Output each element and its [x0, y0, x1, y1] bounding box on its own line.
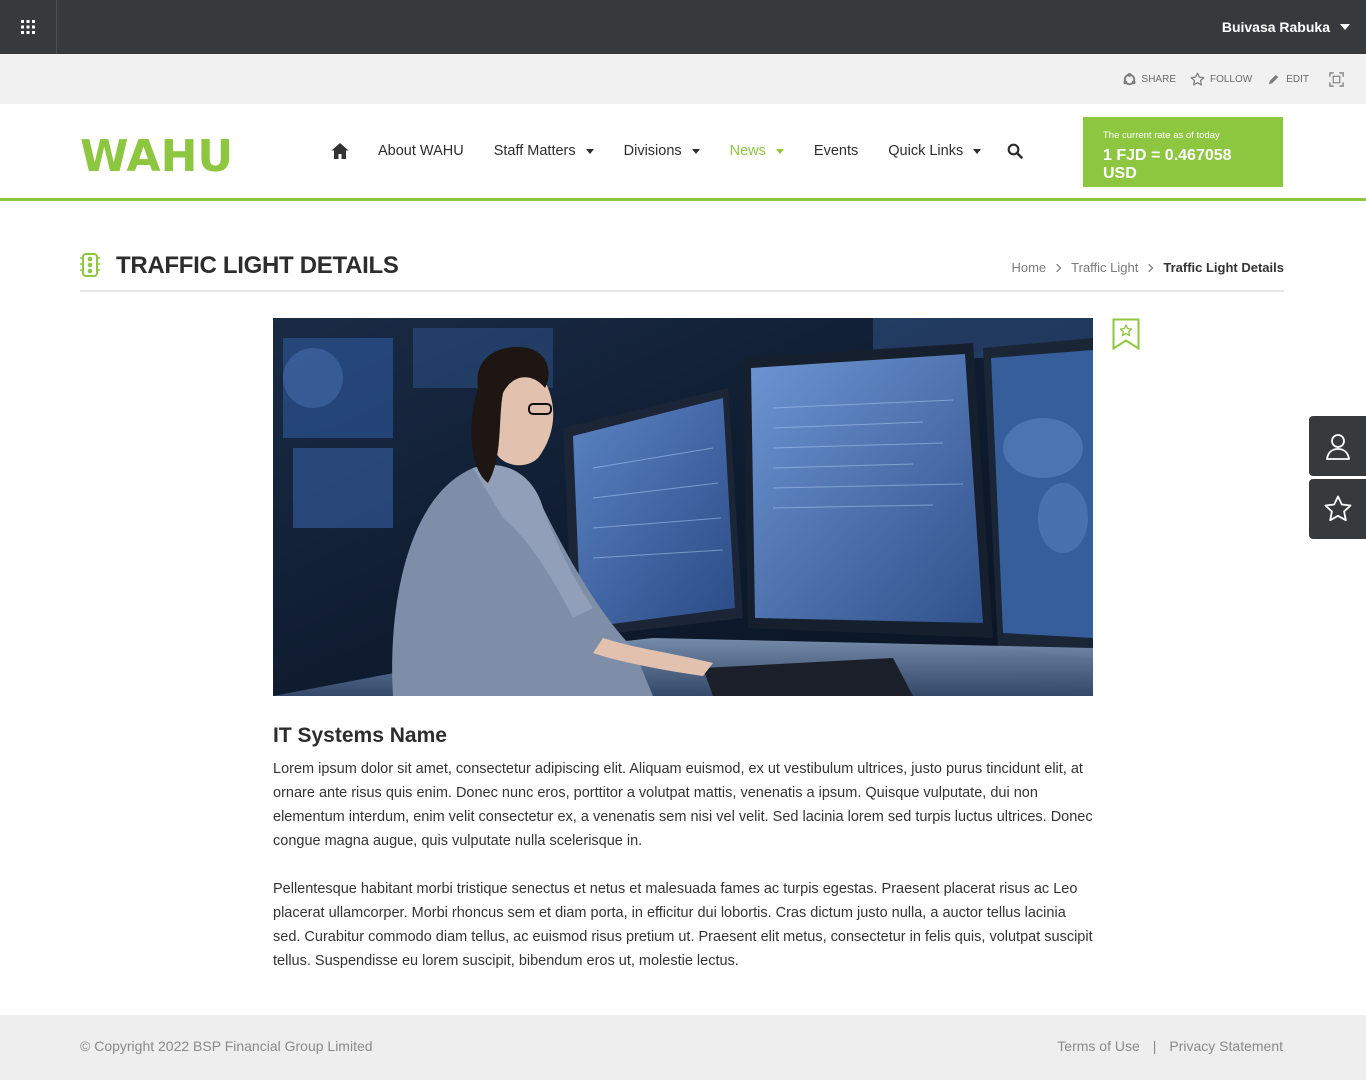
- search-icon[interactable]: [1007, 143, 1024, 159]
- chevron-down-icon: [775, 148, 784, 154]
- nav-item-news[interactable]: News: [730, 143, 784, 159]
- share-button[interactable]: SHARE: [1122, 72, 1176, 87]
- user-name: Buivasa Rabuka: [1221, 19, 1330, 35]
- nav-item-label: Divisions: [623, 143, 682, 159]
- app-launcher-button[interactable]: [0, 0, 57, 54]
- nav-item-staff-matters[interactable]: Staff Matters: [494, 143, 594, 159]
- page-title: TRAFFIC LIGHT DETAILS: [116, 252, 399, 279]
- chevron-down-icon: [973, 148, 982, 154]
- chevron-right-icon: [1145, 263, 1154, 272]
- focus-mode-icon: [1329, 71, 1344, 87]
- breadcrumb-current: Traffic Light Details: [1163, 260, 1284, 275]
- focus-mode-button[interactable]: [1329, 71, 1344, 87]
- article-paragraph: Pellentesque habitant morbi tristique se…: [273, 881, 1093, 969]
- terms-of-use-link[interactable]: Terms of Use: [1057, 1038, 1139, 1054]
- copyright-text: © Copyright 2022 BSP Financial Group Lim…: [80, 1038, 373, 1054]
- page-title-bar: TRAFFIC LIGHT DETAILS Home Traffic Light…: [80, 251, 1284, 292]
- footer-separator: |: [1152, 1038, 1157, 1054]
- nav-item-divisions[interactable]: Divisions: [624, 143, 700, 159]
- nav-item-label: About WAHU: [378, 143, 464, 159]
- follow-button[interactable]: FOLLOW: [1190, 72, 1252, 87]
- pencil-icon: [1269, 74, 1279, 84]
- home-icon[interactable]: [330, 141, 350, 161]
- article-hero-image: [273, 318, 1093, 696]
- star-icon: [1190, 72, 1205, 86]
- chevron-down-icon: [585, 148, 594, 154]
- user-icon: [1325, 434, 1350, 460]
- nav-item-label: Staff Matters: [493, 143, 576, 159]
- action-bar: SHARE FOLLOW EDIT: [0, 54, 1366, 104]
- article-heading: IT Systems Name: [273, 724, 447, 747]
- nav-item-label: News: [729, 143, 766, 159]
- exchange-rate-label: The current rate as of today: [1103, 130, 1220, 141]
- wahu-logo[interactable]: WAHU: [80, 126, 238, 174]
- privacy-statement-link[interactable]: Privacy Statement: [1169, 1038, 1283, 1054]
- site-header: WAHU About WAHU Staff Matters Divisions …: [0, 104, 1366, 201]
- suite-bar: Buivasa Rabuka: [0, 0, 1366, 54]
- site-footer: © Copyright 2022 BSP Financial Group Lim…: [0, 1015, 1366, 1080]
- article-paragraph: Lorem ipsum dolor sit amet, consectetur …: [273, 761, 1093, 849]
- nav-item-events[interactable]: Events: [814, 143, 858, 159]
- exchange-rate-value: 1 FJD = 0.467058 USD: [1103, 147, 1232, 182]
- edit-button[interactable]: EDIT: [1266, 72, 1309, 87]
- chevron-down-icon: [1340, 24, 1350, 30]
- main-nav: About WAHU Staff Matters Divisions News …: [330, 104, 1024, 198]
- breadcrumb-home[interactable]: Home: [1011, 260, 1046, 275]
- follow-label: FOLLOW: [1209, 73, 1253, 85]
- waffle-icon: [21, 20, 35, 34]
- nav-item-quick-links[interactable]: Quick Links: [888, 143, 982, 159]
- breadcrumb-traffic-light[interactable]: Traffic Light: [1071, 260, 1138, 275]
- svg-text:WAHU: WAHU: [80, 131, 233, 174]
- nav-item-label: Quick Links: [888, 143, 964, 159]
- share-icon: [1122, 72, 1136, 85]
- bookmark-star-icon[interactable]: [1112, 318, 1140, 350]
- favorites-side-button[interactable]: [1309, 479, 1366, 539]
- footer-links: Terms of Use | Privacy Statement: [1057, 1038, 1283, 1054]
- chevron-down-icon: [691, 148, 700, 154]
- star-icon: [1324, 495, 1351, 522]
- edit-label: EDIT: [1286, 73, 1309, 85]
- exchange-rate-widget: The current rate as of today 1 FJD = 0.4…: [1083, 117, 1283, 187]
- traffic-light-icon: [80, 253, 100, 277]
- share-label: SHARE: [1141, 73, 1176, 85]
- chevron-right-icon: [1052, 263, 1062, 272]
- profile-side-button[interactable]: [1309, 416, 1366, 476]
- nav-item-about[interactable]: About WAHU: [378, 143, 464, 159]
- article-content: IT Systems Name Lorem ipsum dolor sit am…: [273, 724, 1095, 997]
- nav-item-label: Events: [813, 143, 859, 159]
- user-menu[interactable]: Buivasa Rabuka: [1222, 0, 1350, 54]
- breadcrumb: Home Traffic Light Traffic Light Details: [1011, 260, 1284, 275]
